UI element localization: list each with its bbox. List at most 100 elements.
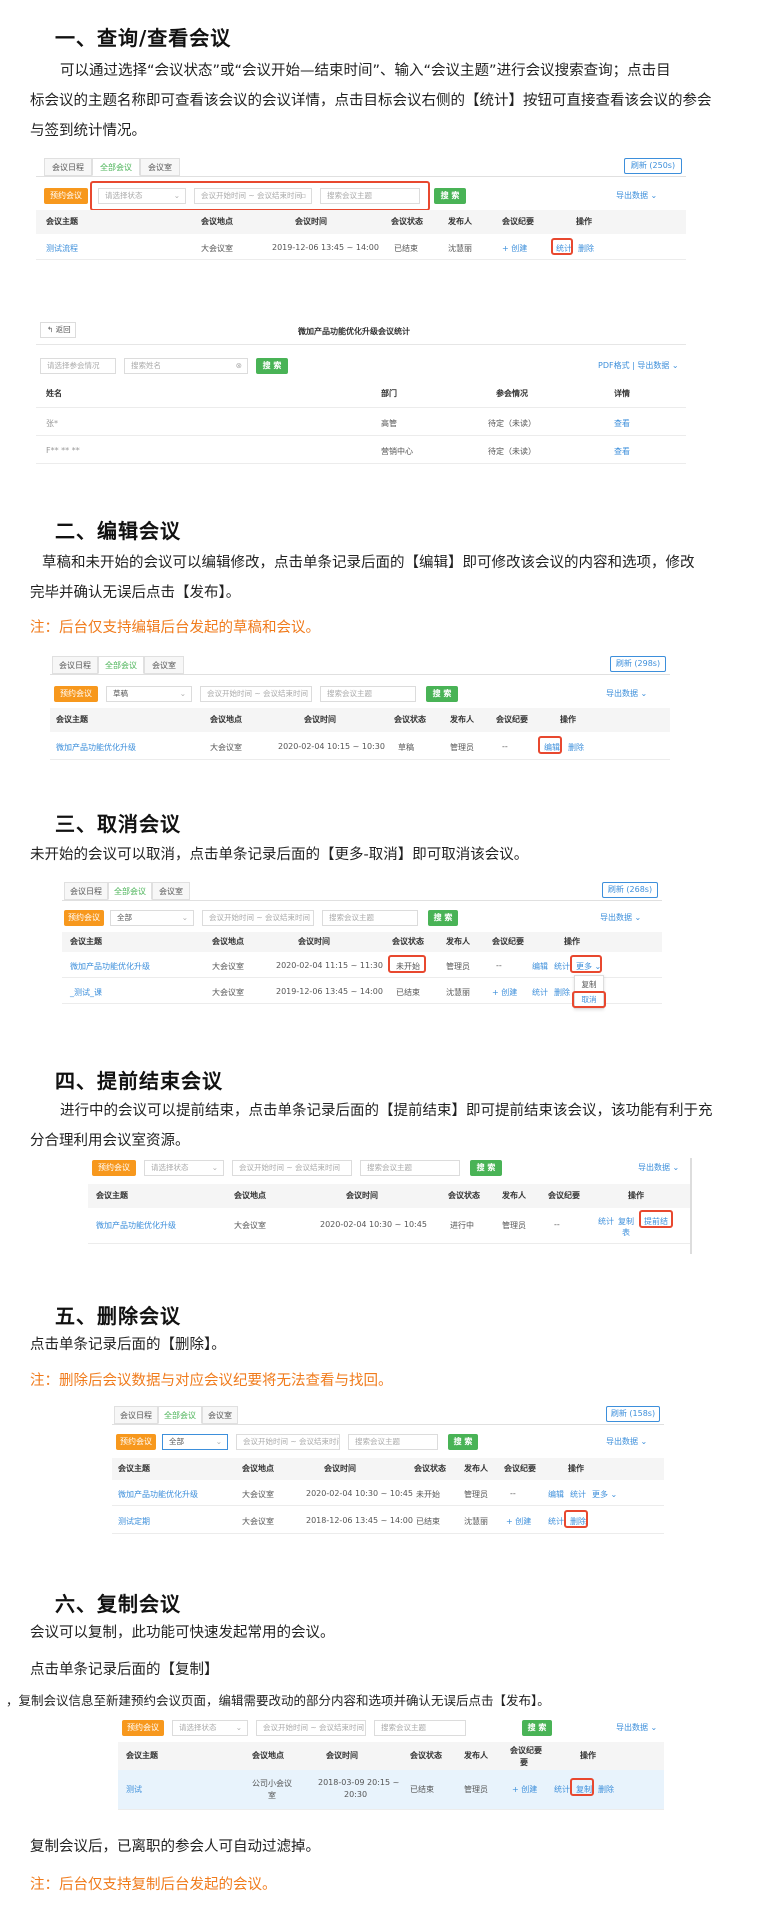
stats-link[interactable]: 统计	[548, 1516, 564, 1527]
tab-schedule[interactable]: 会议日程	[44, 158, 92, 176]
search-button[interactable]: 搜 索	[434, 188, 466, 204]
stats-link[interactable]: 统计	[598, 1216, 614, 1227]
time-range-input[interactable]: 会议开始时间 ~ 会议结束时间	[232, 1160, 352, 1176]
delete-link[interactable]: 删除	[554, 987, 570, 998]
tab-schedule[interactable]: 会议日程	[52, 656, 98, 674]
col-publisher: 发布人	[464, 1464, 488, 1473]
meeting-topic-link[interactable]: 测试定期	[118, 1516, 150, 1527]
delete-link[interactable]: 删除	[568, 742, 584, 753]
col-topic: 会议主题	[46, 217, 78, 226]
col-minutes: 会议纪要	[504, 1464, 536, 1473]
back-button[interactable]: ↰ 返回	[40, 322, 76, 338]
meeting-topic-link[interactable]: 微加产品功能优化升级	[70, 961, 150, 972]
highlight-box	[90, 181, 430, 211]
export-data-link[interactable]: 导出数据 ⌄	[638, 1162, 679, 1173]
name-placeholder: 搜索姓名	[131, 361, 161, 370]
status-select[interactable]: 全部 ⌄	[110, 910, 194, 926]
status-select[interactable]: 草稿 ⌄	[106, 686, 192, 702]
more-dropdown[interactable]: 更多 ⌄	[592, 1489, 617, 1500]
tab-schedule[interactable]: 会议日程	[114, 1406, 158, 1424]
book-meeting-button[interactable]: 预约会议	[44, 188, 88, 204]
time-range-input[interactable]: 会议开始时间 ~ 会议结束时间	[202, 910, 314, 926]
meeting-publisher: 管理员	[502, 1221, 526, 1230]
meeting-topic-link[interactable]: 微加产品功能优化升级	[96, 1220, 176, 1231]
export-pdf-link[interactable]: PDF格式 | 导出数据 ⌄	[598, 360, 679, 371]
col-status: 会议状态	[392, 937, 424, 946]
meeting-topic-link[interactable]: 测试	[126, 1784, 142, 1795]
export-data-link[interactable]: 导出数据 ⌄	[616, 1722, 657, 1733]
book-meeting-button[interactable]: 预约会议	[64, 910, 104, 926]
name-search-input[interactable]: 搜索姓名 ⊗	[124, 358, 248, 374]
delete-link[interactable]: 删除	[578, 243, 594, 254]
tab-all-meetings[interactable]: 全部会议	[108, 882, 152, 900]
search-button[interactable]: 搜 索	[470, 1160, 502, 1176]
time-range-input[interactable]: 会议开始时间 ~ 会议结束时间	[200, 686, 312, 702]
status-select[interactable]: 请选择状态 ⌄	[144, 1160, 224, 1176]
stats-link[interactable]: 统计	[554, 961, 570, 972]
copy-link[interactable]: 复制	[618, 1216, 634, 1227]
stats-link[interactable]: 统计	[570, 1489, 586, 1500]
meeting-topic-link[interactable]: 微加产品功能优化升级	[56, 742, 136, 753]
book-meeting-button[interactable]: 预约会议	[116, 1434, 156, 1450]
search-button[interactable]: 搜 索	[256, 358, 288, 374]
topic-search-input[interactable]: 搜索会议主题	[320, 686, 416, 702]
topic-search-input[interactable]: 搜索会议主题	[374, 1720, 466, 1736]
search-button[interactable]: 搜 索	[426, 686, 458, 702]
tab-all-meetings[interactable]: 全部会议	[92, 158, 140, 176]
export-data-link[interactable]: 导出数据 ⌄	[600, 912, 641, 923]
create-minutes-link[interactable]: + 创建	[512, 1784, 537, 1795]
search-button[interactable]: 搜 索	[428, 910, 458, 926]
book-meeting-button[interactable]: 预约会议	[92, 1160, 136, 1176]
create-minutes-link[interactable]: + 创建	[506, 1516, 531, 1527]
export-data-link[interactable]: 导出数据 ⌄	[606, 1436, 647, 1447]
attendance-select[interactable]: 请选择参会情况	[40, 358, 116, 374]
tab-rooms[interactable]: 会议室	[144, 656, 184, 674]
create-minutes-link[interactable]: + 创建	[502, 243, 527, 254]
refresh-button[interactable]: 刷新 (268s)	[602, 882, 658, 898]
search-button[interactable]: 搜 索	[448, 1434, 478, 1450]
time-range-input[interactable]: 会议开始时间 ~ 会议结束时间	[236, 1434, 340, 1450]
topic-search-input[interactable]: 搜索会议主题	[322, 910, 418, 926]
menu-item-copy[interactable]: 复制	[575, 976, 603, 990]
tab-rooms[interactable]: 会议室	[202, 1406, 238, 1424]
topic-search-input[interactable]: 搜索会议主题	[348, 1434, 438, 1450]
edit-link[interactable]: 编辑	[532, 961, 548, 972]
stats-link[interactable]: 统计	[554, 1784, 570, 1795]
status-select[interactable]: 全部 ⌄	[162, 1434, 228, 1450]
status-select[interactable]: 请选择状态 ⌄	[172, 1720, 248, 1736]
copy-link-wrap[interactable]: 表	[622, 1227, 630, 1238]
refresh-button[interactable]: 刷新 (298s)	[610, 656, 666, 672]
tab-rooms[interactable]: 会议室	[152, 882, 190, 900]
topic-search-input[interactable]: 搜索会议主题	[360, 1160, 460, 1176]
view-detail-link[interactable]: 查看	[614, 446, 630, 457]
clear-icon: ⊗	[235, 361, 242, 370]
delete-link[interactable]: 删除	[598, 1784, 614, 1795]
stats-link[interactable]: 统计	[532, 987, 548, 998]
meeting-place: 大会议室	[210, 743, 242, 752]
book-meeting-button[interactable]: 预约会议	[122, 1720, 164, 1736]
time-range-input[interactable]: 会议开始时间 ~ 会议结束时间	[256, 1720, 366, 1736]
attendance-state: 待定（未读）	[488, 419, 536, 428]
refresh-button[interactable]: 刷新 (158s)	[606, 1406, 660, 1422]
paragraph: 可以通过选择“会议状态”或“会议开始—结束时间”、输入“会议主题”进行会议搜索查…	[30, 56, 712, 146]
export-data-link[interactable]: 导出数据 ⌄	[616, 190, 657, 201]
col-time: 会议时间	[324, 1464, 356, 1473]
paragraph-line: 会议可以复制，此功能可快速发起常用的会议。	[30, 1625, 335, 1641]
section-heading: 五、删除会议	[55, 1304, 181, 1328]
create-minutes-link[interactable]: + 创建	[492, 987, 517, 998]
meeting-topic-link[interactable]: _测试_课	[70, 987, 102, 998]
tab-all-meetings[interactable]: 全部会议	[158, 1406, 202, 1424]
paragraph-line: 未开始的会议可以取消，点击单条记录后面的【更多-取消】即可取消该会议。	[30, 847, 529, 863]
tab-schedule[interactable]: 会议日程	[64, 882, 108, 900]
search-button[interactable]: 搜 索	[522, 1720, 552, 1736]
meeting-topic-link[interactable]: 微加产品功能优化升级	[118, 1489, 198, 1500]
refresh-button[interactable]: 刷新 (250s)	[624, 158, 682, 174]
export-data-link[interactable]: 导出数据 ⌄	[606, 688, 647, 699]
view-detail-link[interactable]: 查看	[614, 418, 630, 429]
edit-link[interactable]: 编辑	[548, 1489, 564, 1500]
paragraph-line: 点击单条记录后面的【删除】。	[30, 1337, 226, 1353]
tab-all-meetings[interactable]: 全部会议	[98, 656, 144, 674]
meeting-topic-link[interactable]: 测试流程	[46, 243, 78, 254]
tab-rooms[interactable]: 会议室	[140, 158, 180, 176]
book-meeting-button[interactable]: 预约会议	[54, 686, 98, 702]
